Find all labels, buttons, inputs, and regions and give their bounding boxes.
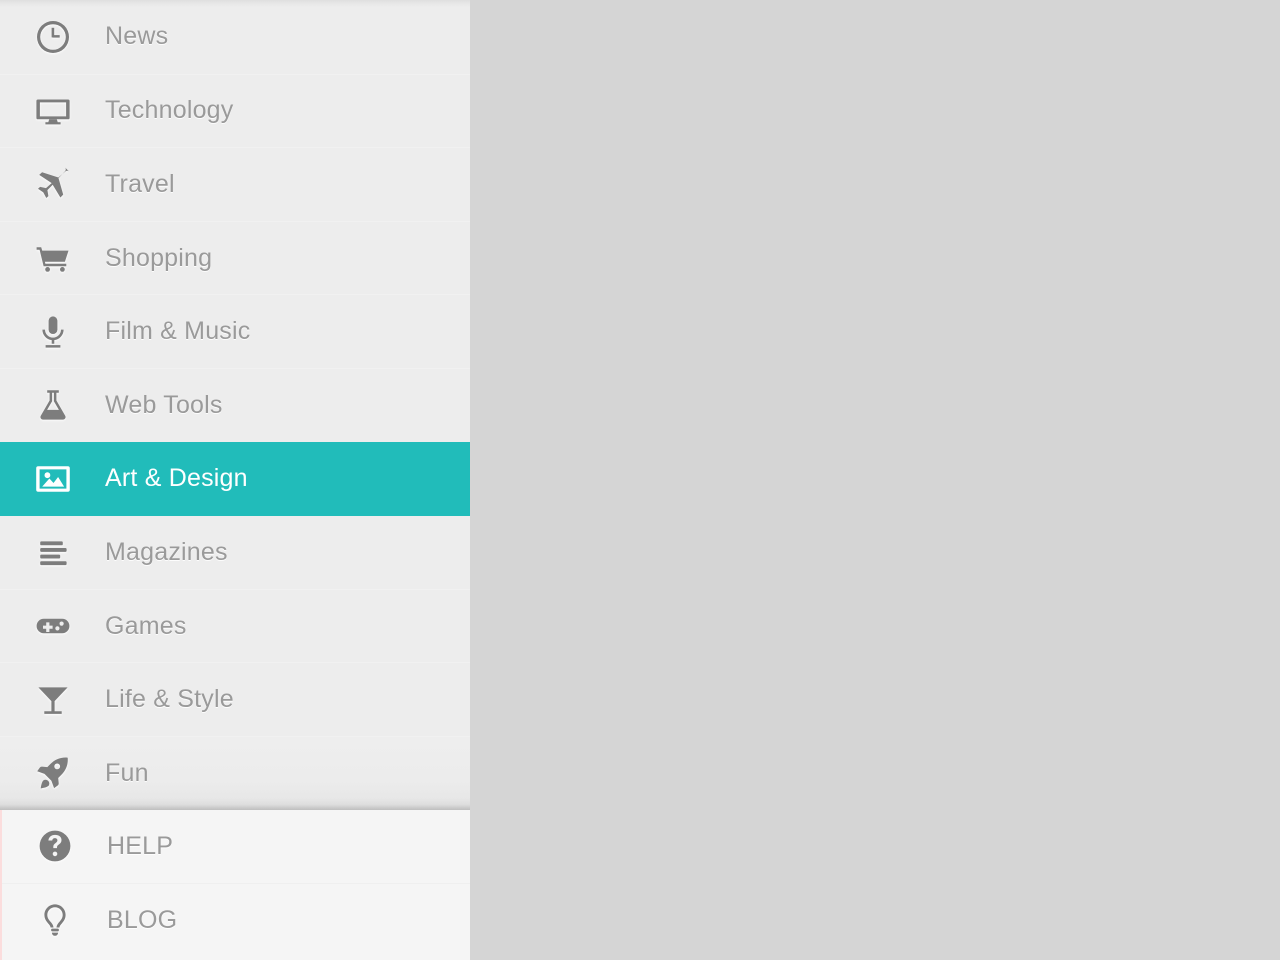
sidebar-item-shopping[interactable]: Shopping	[0, 220, 470, 295]
cart-icon	[0, 239, 105, 277]
sidebar-item-label: Shopping	[105, 243, 213, 272]
sidebar-primary-nav: News Technology Travel Shopping Film & Music…	[0, 0, 470, 810]
gamepad-icon	[0, 607, 105, 645]
sidebar: News Technology Travel Shopping Film & Music…	[0, 0, 470, 960]
sidebar-item-life-style[interactable]: Life & Style	[0, 662, 470, 736]
sidebar-item-label: HELP	[107, 831, 174, 860]
sidebar-item-help[interactable]: HELP	[2, 810, 470, 884]
sidebar-item-games[interactable]: Games	[0, 588, 470, 663]
sidebar-item-magazines[interactable]: Magazines	[0, 515, 470, 589]
sidebar-item-label: BLOG	[107, 905, 178, 934]
sidebar-item-label: Life & Style	[105, 685, 234, 714]
lightbulb-icon	[2, 901, 107, 939]
question-circle-icon	[2, 827, 107, 865]
sidebar-item-label: Web Tools	[105, 390, 223, 419]
cocktail-icon	[0, 681, 105, 719]
sidebar-item-label: Magazines	[105, 537, 228, 566]
sidebar-item-fun[interactable]: Fun	[0, 735, 470, 810]
sidebar-item-film-music[interactable]: Film & Music	[0, 294, 470, 368]
image-icon	[0, 460, 105, 498]
monitor-icon	[0, 92, 105, 130]
sidebar-item-label: Fun	[105, 758, 149, 787]
sidebar-item-technology[interactable]: Technology	[0, 73, 470, 148]
sidebar-secondary-nav: HELP BLOG	[0, 809, 470, 960]
lines-icon	[0, 533, 105, 571]
microphone-icon	[0, 313, 105, 351]
sidebar-item-label: News	[105, 22, 169, 51]
sidebar-item-label: Film & Music	[105, 317, 251, 346]
clock-icon	[0, 18, 105, 56]
sidebar-item-label: Travel	[105, 169, 175, 198]
sidebar-item-blog[interactable]: BLOG	[2, 883, 470, 957]
sidebar-item-news[interactable]: News	[0, 0, 470, 74]
sidebar-item-label: Technology	[105, 96, 234, 125]
sidebar-item-art-design[interactable]: Art & Design	[0, 441, 470, 516]
sidebar-item-web-tools[interactable]: Web Tools	[0, 367, 470, 442]
sidebar-item-label: Games	[105, 611, 187, 640]
rocket-icon	[0, 754, 105, 792]
flask-icon	[0, 386, 105, 424]
sidebar-item-label: Art & Design	[105, 464, 248, 493]
airplane-icon	[0, 165, 105, 203]
content-area	[470, 0, 1280, 960]
sidebar-item-travel[interactable]: Travel	[0, 147, 470, 221]
app-root: News Technology Travel Shopping Film & Music…	[0, 0, 1280, 960]
